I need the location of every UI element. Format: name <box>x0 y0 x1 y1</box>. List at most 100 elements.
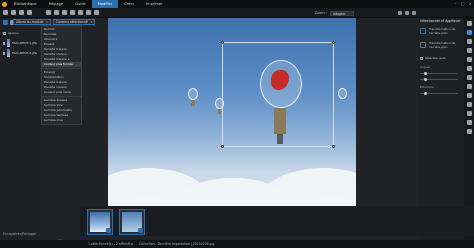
layer-options-bar: Album du module ▾ Contenu sélectionné ▾ <box>13 19 96 25</box>
mask-icon[interactable] <box>466 66 472 71</box>
layer-tool-icon[interactable] <box>78 10 83 15</box>
selected-check-icon <box>106 228 111 233</box>
tab-create[interactable]: Créer <box>118 0 140 8</box>
album-select[interactable]: Album du module ▾ <box>13 19 51 25</box>
dropdown-item[interactable]: Lumière crue <box>42 118 81 123</box>
frame-icon[interactable] <box>466 111 472 116</box>
transform-icon <box>420 42 426 48</box>
slider-handle[interactable] <box>424 72 427 75</box>
zoom-select[interactable]: Adapter <box>330 10 354 16</box>
watermark-icon[interactable] <box>466 120 472 125</box>
small-bulb-image <box>188 88 198 100</box>
undo-icon[interactable] <box>86 10 91 15</box>
fit-icon[interactable] <box>398 11 402 15</box>
export-share-link[interactable]: Enregistrer/Partager <box>3 232 36 236</box>
album-select-value: Album du module <box>16 20 44 24</box>
crop-selection-box[interactable] <box>221 41 335 148</box>
selection-tool-icon[interactable] <box>70 10 75 15</box>
dropdown-separator <box>42 96 81 97</box>
album-item[interactable]: Aperçu <box>0 28 40 38</box>
panel-title: Sélectionner et Appliquer <box>420 19 461 23</box>
dropdown-separator <box>42 68 81 69</box>
crop-handle[interactable] <box>332 145 335 148</box>
export-icon[interactable] <box>466 129 472 134</box>
blend-mode-value: Contenu sélectionné <box>55 20 88 24</box>
compare-icon[interactable] <box>27 10 32 15</box>
secondary-toolbar: Zoom : Adapter <box>0 8 474 18</box>
album-item[interactable]: FRAGMENT-2.JPG <box>0 48 40 58</box>
chevron-down-icon: ▾ <box>90 20 93 24</box>
collection-info: Collection : Dernière importation | 2015… <box>139 242 215 246</box>
tab-print[interactable]: Imprimer <box>140 0 169 8</box>
grid-view-icon[interactable] <box>11 10 16 15</box>
status-bar: 1 sélectionné(s) - 2 affiché(s) Collecti… <box>0 240 474 248</box>
blend-mode-select[interactable]: Contenu sélectionné ▾ <box>52 19 96 25</box>
blur-icon[interactable] <box>466 93 472 98</box>
brush-tool-icon[interactable] <box>54 10 59 15</box>
dropdown-item-highlighted[interactable]: Couleur plus foncée <box>42 62 81 67</box>
dropdown-item[interactable]: Couleur plus claire <box>42 90 81 95</box>
album-item[interactable]: FRAGMENT-1.JPG <box>0 38 40 48</box>
feather-label: Estomper <box>420 85 435 89</box>
brush-icon[interactable] <box>466 39 472 44</box>
minimize-icon[interactable]: – <box>455 1 457 6</box>
album-checkbox[interactable] <box>3 41 6 45</box>
slider-handle[interactable] <box>424 92 427 95</box>
align-slider[interactable] <box>420 72 458 75</box>
filmstrip-thumbnail[interactable] <box>87 209 113 235</box>
photo-preview[interactable] <box>108 18 356 233</box>
align-slider[interactable] <box>420 78 458 81</box>
small-bulb-image <box>338 88 347 99</box>
fullscreen-icon[interactable] <box>405 11 409 15</box>
checkbox-box[interactable] <box>420 56 423 60</box>
zoom-label: Zoom : <box>314 11 327 15</box>
filter-icon[interactable] <box>19 10 24 15</box>
align-label: Aligner <box>420 65 431 69</box>
slider-handle[interactable] <box>424 78 427 81</box>
eraser-tool-icon[interactable] <box>62 10 67 15</box>
layers-panel-icon[interactable] <box>466 30 472 35</box>
heal-icon[interactable] <box>466 84 472 89</box>
settings-icon[interactable] <box>466 21 472 26</box>
redo-icon[interactable] <box>94 10 99 15</box>
top-menu-bar: Bibliothèque Réglage Guide Modifier Crée… <box>0 0 474 8</box>
tab-library[interactable]: Bibliothèque <box>8 0 43 8</box>
album-thumbnail <box>7 49 10 57</box>
photodirector-window: Bibliothèque Réglage Guide Modifier Crée… <box>0 0 474 248</box>
crop-handle[interactable] <box>221 41 224 44</box>
compare-view-icon[interactable] <box>412 11 416 15</box>
transform-option[interactable]: Transformation de l'arrière-plan <box>420 41 459 49</box>
transform-option[interactable]: Transformation de l'arrière-plan <box>420 27 459 35</box>
album-item-label: FRAGMENT-1.JPG <box>11 41 37 45</box>
auto-select-checkbox[interactable]: Sélection auto <box>420 56 446 60</box>
filmstrip-thumbnail[interactable] <box>119 209 145 235</box>
crop-handle[interactable] <box>332 41 335 44</box>
import-icon[interactable] <box>3 10 8 15</box>
crop-tool-icon[interactable] <box>46 10 51 15</box>
selection-count: 1 sélectionné(s) - 2 affiché(s) <box>88 242 134 246</box>
album-thumbnail <box>7 39 10 47</box>
chevron-down-icon: ▾ <box>46 20 48 24</box>
blend-mode-dropdown[interactable]: Normal Normale Obscurcir Produit Densité… <box>41 25 82 125</box>
close-icon[interactable]: × <box>469 1 472 6</box>
window-controls: – □ × <box>455 1 472 6</box>
transform-icon <box>420 28 426 34</box>
album-checkbox[interactable] <box>3 31 6 35</box>
tab-edit[interactable]: Modifier <box>91 0 119 8</box>
option-label: Transformation de l'arrière-plan <box>429 41 456 49</box>
feather-slider[interactable] <box>420 92 458 95</box>
crop-handle[interactable] <box>221 145 224 148</box>
shape-icon[interactable] <box>466 57 472 62</box>
checkbox-label: Sélection auto <box>425 56 446 60</box>
filter-icon[interactable] <box>466 102 472 107</box>
text-icon[interactable] <box>466 48 472 53</box>
tab-adjust[interactable]: Réglage <box>43 0 70 8</box>
tab-guide[interactable]: Guide <box>69 0 92 8</box>
maximize-icon[interactable]: □ <box>461 1 465 6</box>
library-panel: Aperçu FRAGMENT-1.JPG FRAGMENT-2.JPG Enr… <box>0 18 40 240</box>
album-item-label: FRAGMENT-2.JPG <box>11 51 37 55</box>
album-checkbox[interactable] <box>3 51 6 55</box>
album-item-label: Aperçu <box>8 31 19 35</box>
clone-icon[interactable] <box>466 75 472 80</box>
photo-view-icon[interactable] <box>3 20 8 25</box>
